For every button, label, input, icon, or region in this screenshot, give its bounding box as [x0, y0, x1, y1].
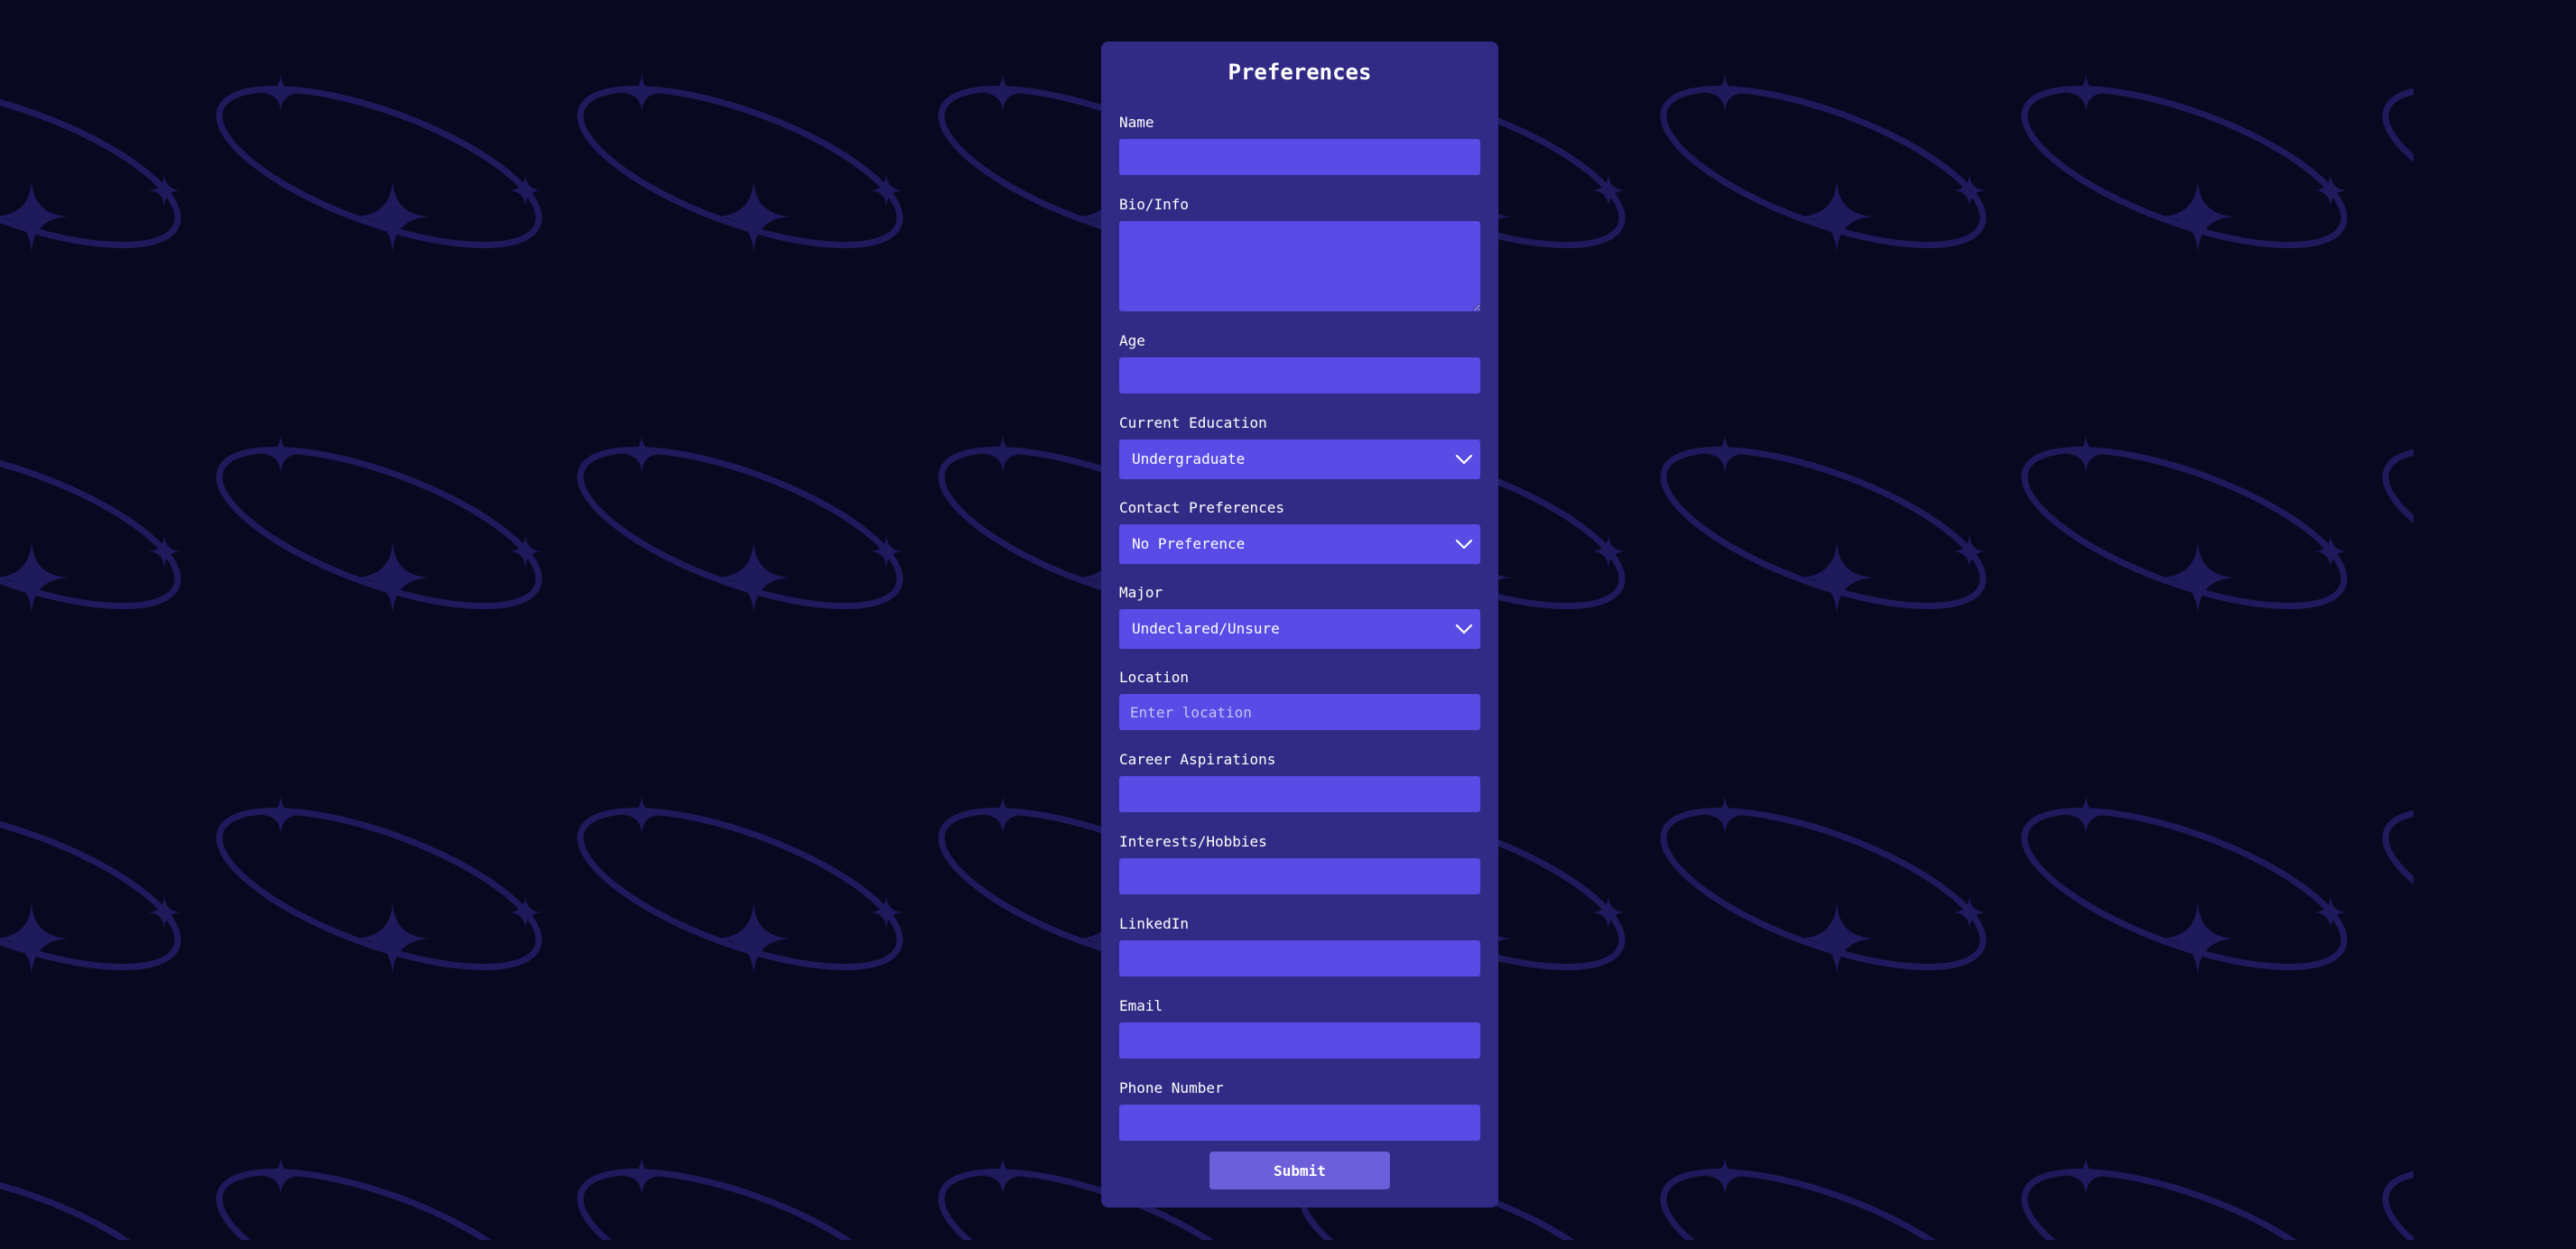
- email-input[interactable]: [1119, 1022, 1480, 1059]
- chevron-down-icon: [1455, 454, 1473, 465]
- phone-label: Phone Number: [1119, 1079, 1224, 1096]
- bio-field-group: Bio/Info: [1119, 196, 1480, 311]
- submit-button[interactable]: Submit: [1209, 1152, 1390, 1189]
- education-select[interactable]: Undergraduate: [1119, 439, 1480, 479]
- career-field-group: Career Aspirations: [1119, 751, 1480, 812]
- linkedin-input[interactable]: [1119, 940, 1480, 976]
- major-select[interactable]: Undeclared/Unsure: [1119, 609, 1480, 649]
- linkedin-label: LinkedIn: [1119, 915, 1190, 932]
- major-field-group: Major Undeclared/Unsure: [1119, 584, 1480, 649]
- age-field-group: Age: [1119, 332, 1480, 393]
- chevron-down-icon: [1455, 539, 1473, 550]
- email-field-group: Email: [1119, 997, 1480, 1059]
- contact-field-group: Contact Preferences No Preference: [1119, 499, 1480, 564]
- name-field-group: Name: [1119, 114, 1480, 175]
- contact-select[interactable]: No Preference: [1119, 524, 1480, 564]
- education-selected-value: Undergraduate: [1132, 450, 1246, 467]
- career-input[interactable]: [1119, 776, 1480, 812]
- linkedin-field-group: LinkedIn: [1119, 915, 1480, 976]
- contact-selected-value: No Preference: [1132, 535, 1246, 552]
- name-input[interactable]: [1119, 139, 1480, 175]
- location-label: Location: [1119, 669, 1190, 686]
- bio-textarea[interactable]: [1119, 221, 1480, 311]
- education-field-group: Current Education Undergraduate: [1119, 414, 1480, 479]
- interests-field-group: Interests/Hobbies: [1119, 833, 1480, 894]
- career-label: Career Aspirations: [1119, 751, 1276, 768]
- preferences-form: Preferences Name Bio/Info Age Current Ed…: [1101, 42, 1498, 1207]
- contact-label: Contact Preferences: [1119, 499, 1285, 516]
- form-title: Preferences: [1228, 60, 1372, 85]
- chevron-down-icon: [1455, 624, 1473, 634]
- bio-label: Bio/Info: [1119, 196, 1190, 213]
- interests-input[interactable]: [1119, 858, 1480, 894]
- location-field-group: Location: [1119, 669, 1480, 730]
- phone-input[interactable]: [1119, 1105, 1480, 1141]
- age-input[interactable]: [1119, 357, 1480, 393]
- age-label: Age: [1119, 332, 1145, 349]
- major-selected-value: Undeclared/Unsure: [1132, 620, 1280, 637]
- location-input[interactable]: [1119, 694, 1480, 730]
- interests-label: Interests/Hobbies: [1119, 833, 1267, 850]
- major-label: Major: [1119, 584, 1163, 601]
- education-label: Current Education: [1119, 414, 1267, 431]
- email-label: Email: [1119, 997, 1163, 1014]
- phone-field-group: Phone Number: [1119, 1079, 1480, 1141]
- name-label: Name: [1119, 114, 1154, 131]
